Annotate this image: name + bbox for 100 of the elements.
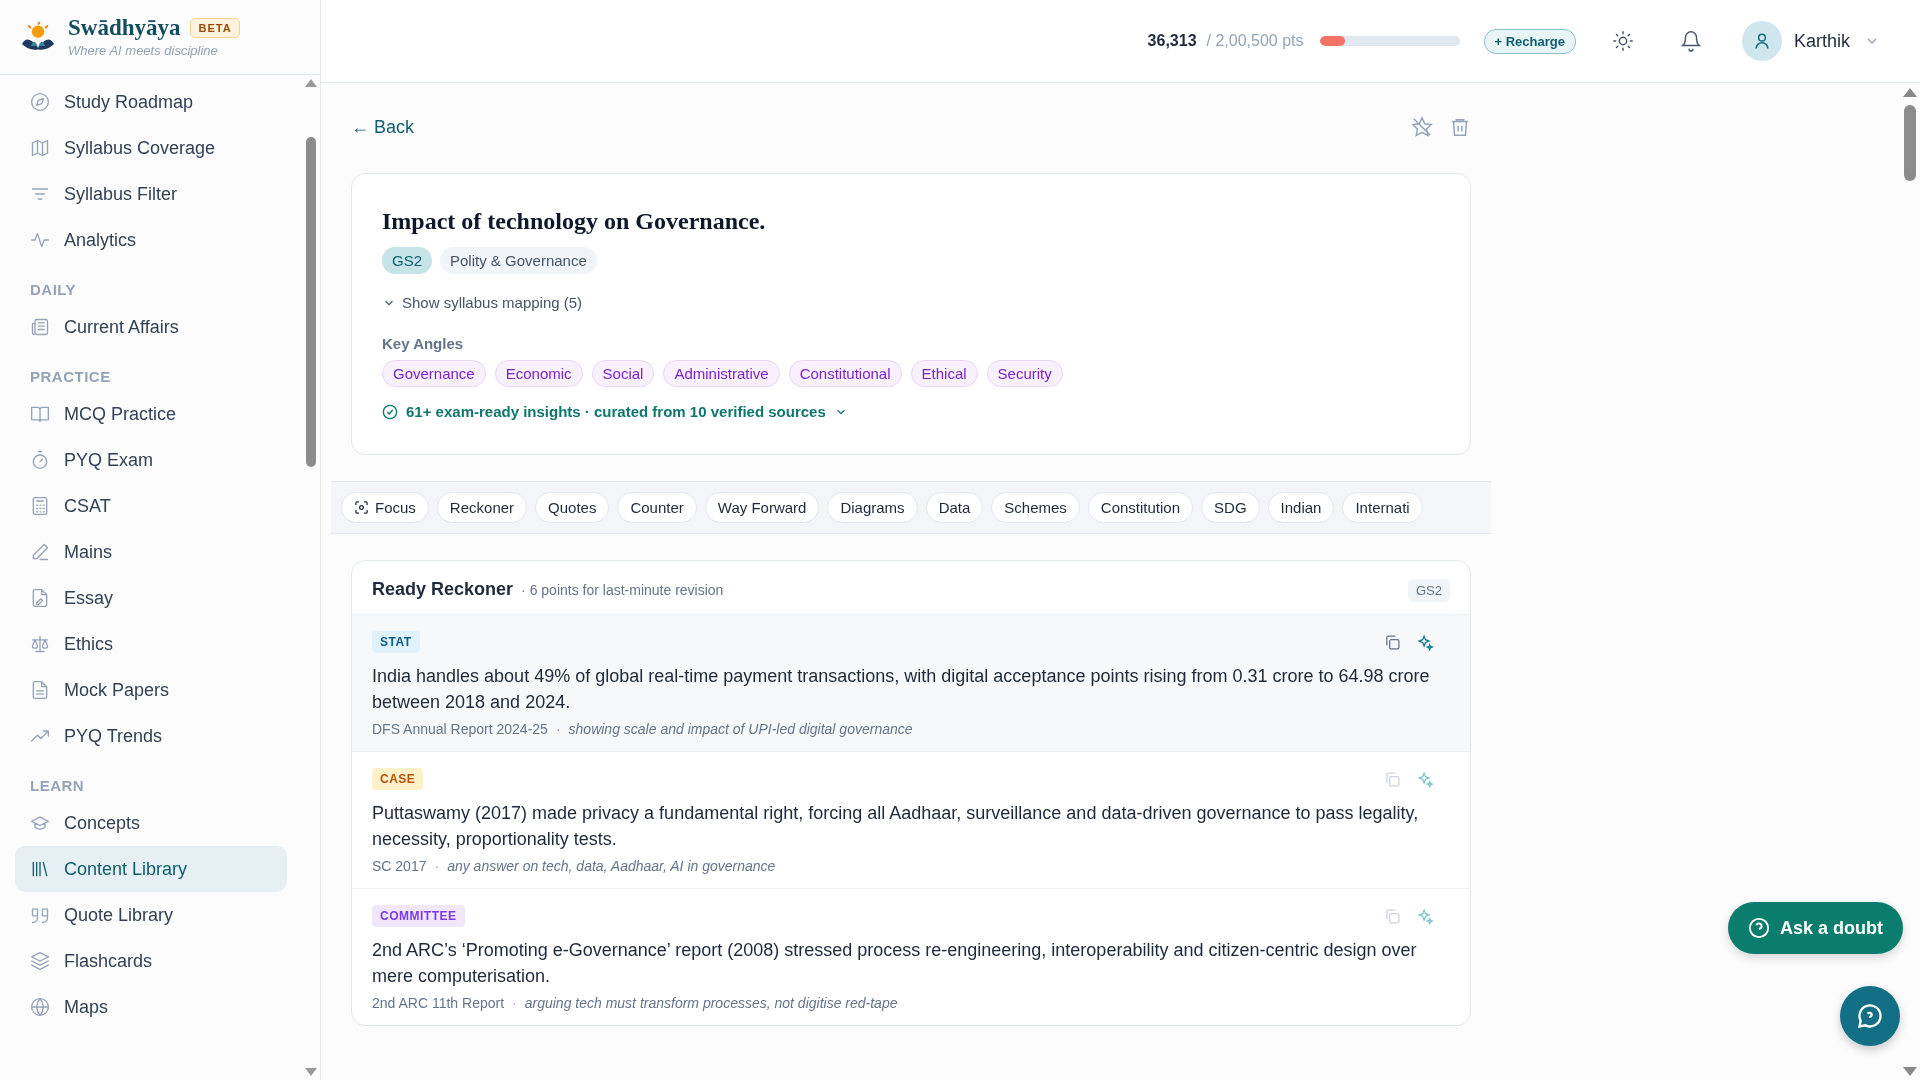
syllabus-mapping-toggle[interactable]: Show syllabus mapping (5)	[382, 294, 1440, 311]
timer-icon	[30, 450, 50, 470]
section-heading: PRACTICE	[29, 367, 112, 387]
key-angles-heading: Key Angles	[382, 335, 465, 352]
angle-tag: Security	[986, 360, 1063, 387]
doc-icon	[30, 680, 50, 700]
point-source: DFS Annual Report 2024-25	[372, 721, 548, 737]
section-tab[interactable]: Counter	[617, 492, 697, 523]
pulse-icon	[30, 230, 50, 250]
sidebar-item[interactable]: Essay	[15, 575, 287, 621]
sidebar-item[interactable]: Quote Library	[15, 892, 287, 938]
paper-badge: GS2	[1408, 579, 1450, 602]
separator-dot: ·	[555, 721, 561, 737]
points-count: 36,313	[1147, 32, 1197, 50]
topic-tag: GS2	[382, 247, 432, 274]
sidebar-item[interactable]: Current Affairs	[15, 304, 287, 350]
sparkle-icon[interactable]	[1417, 770, 1434, 788]
trash-icon[interactable]	[1449, 116, 1471, 138]
point-usage-note: any answer on tech, data, Aadhaar, AI in governance	[447, 858, 776, 874]
angle-tag: Constitutional	[788, 360, 902, 387]
section-tab[interactable]: Diagrams	[827, 492, 918, 523]
section-tab[interactable]: Focus	[341, 492, 429, 523]
user-name[interactable]: Karthik	[1793, 30, 1850, 52]
sparkle-icon[interactable]	[1417, 907, 1434, 925]
section-tab[interactable]: Reckoner	[436, 492, 528, 523]
angle-tag: Governance	[382, 360, 486, 387]
sparkle-icon[interactable]	[1417, 633, 1434, 651]
section-tab[interactable]: Way Forward	[704, 492, 820, 523]
section-tab[interactable]: Indian	[1267, 492, 1335, 523]
scale-icon	[30, 634, 50, 654]
section-heading: LEARN	[29, 776, 86, 796]
chat-bubble-icon	[1856, 1002, 1884, 1030]
sidebar-item[interactable]: Maps	[15, 984, 287, 1030]
sidebar-item[interactable]: PYQ Exam	[15, 437, 287, 483]
focus-icon	[354, 500, 369, 515]
angle-tag: Social	[591, 360, 655, 387]
sidebar-item[interactable]: MCQ Practice	[15, 391, 287, 437]
beta-badge: BETA	[190, 18, 240, 38]
point-source: SC 2017	[372, 858, 427, 874]
points-total: / 2,00,500 pts	[1206, 32, 1304, 50]
lotus-logo-icon	[20, 21, 56, 53]
sidebar-item[interactable]: Ethics	[15, 621, 287, 667]
section-heading: DAILY	[29, 280, 78, 300]
section-tab[interactable]: Schemes	[991, 492, 1080, 523]
sidebar-item[interactable]: Syllabus Coverage	[15, 125, 287, 171]
copy-icon[interactable]	[1384, 633, 1401, 651]
sidebar-item[interactable]: Study Roadmap	[15, 79, 287, 125]
reckoner-title: Ready Reckoner	[372, 579, 514, 600]
section-tab[interactable]: Constitution	[1087, 492, 1194, 523]
point-source: 2nd ARC 11th Report	[372, 995, 505, 1011]
point-type-badge: CASE	[372, 768, 424, 790]
library-icon	[30, 859, 50, 879]
book-icon	[30, 404, 50, 424]
reckoner-subtitle: · 6 points for last-minute revision	[521, 582, 724, 598]
sidebar-item[interactable]: Flashcards	[15, 938, 287, 984]
pen-icon	[30, 542, 50, 562]
sidebar-item[interactable]: Mock Papers	[15, 667, 287, 713]
point-type-badge: STAT	[372, 631, 420, 653]
insights-summary[interactable]: 61+ exam-ready insights · curated from 10 verified sources	[382, 403, 1440, 420]
sidebar-item[interactable]: Concepts	[15, 800, 287, 846]
separator-dot: ·	[512, 995, 517, 1011]
separator-dot: ·	[434, 858, 440, 874]
point-usage-note: showing scale and impact of UPI-led digital governance	[568, 721, 913, 737]
topic-tag: Polity & Governance	[440, 247, 597, 274]
app-tagline: Where AI meets discipline	[68, 43, 218, 58]
star-off-icon[interactable]	[1411, 116, 1433, 138]
sidebar-item[interactable]: Content Library	[15, 846, 287, 892]
sidebar-item[interactable]: CSAT	[15, 483, 287, 529]
point-type-badge: COMMITTEE	[372, 905, 465, 927]
recharge-button[interactable]: + Recharge	[1483, 28, 1576, 54]
section-tab[interactable]: SDG	[1201, 492, 1260, 523]
angle-tag: Administrative	[663, 360, 780, 387]
back-link[interactable]: ← Back	[351, 116, 415, 138]
compass-icon	[30, 92, 50, 112]
layers-icon	[30, 951, 50, 971]
sidebar-item[interactable]: PYQ Trends	[15, 713, 287, 759]
section-tab[interactable]: Quotes	[535, 492, 610, 523]
topic-title: Impact of technology on Governance.	[382, 208, 767, 235]
app-name: Swādhyāya	[68, 15, 181, 41]
sidebar-item[interactable]: Analytics	[15, 217, 287, 263]
bell-icon[interactable]	[1679, 30, 1702, 52]
help-icon	[1748, 917, 1770, 939]
section-tab[interactable]: Data	[925, 492, 984, 523]
section-tab[interactable]: Internati	[1342, 492, 1423, 523]
news-icon	[30, 317, 50, 337]
sidebar-item[interactable]: Syllabus Filter	[15, 171, 287, 217]
sidebar-item[interactable]: Mains	[15, 529, 287, 575]
sun-icon[interactable]	[1611, 30, 1634, 52]
doc-pen-icon	[30, 588, 50, 608]
calc-icon	[30, 496, 50, 516]
ask-doubt-button[interactable]: Ask a doubt	[1728, 902, 1903, 954]
map-icon	[30, 138, 50, 158]
globe-icon	[30, 997, 50, 1017]
check-circle-icon	[382, 403, 398, 420]
point-text: India handles about 49% of global real-time payment transactions, with digital acceptance points rising from 0.31 crore to 64.98 crore between 2018 and 2024.	[372, 665, 1431, 714]
chat-help-button[interactable]	[1840, 986, 1900, 1046]
point-text: 2nd ARC’s ‘Promoting e-Governance’ report (2008) stressed process re-engineering, interoperability and citizen-centric design over mere computerisation.	[372, 939, 1418, 988]
angle-tag: Economic	[494, 360, 583, 387]
angle-tag: Ethical	[910, 360, 978, 387]
avatar[interactable]	[1741, 21, 1782, 61]
